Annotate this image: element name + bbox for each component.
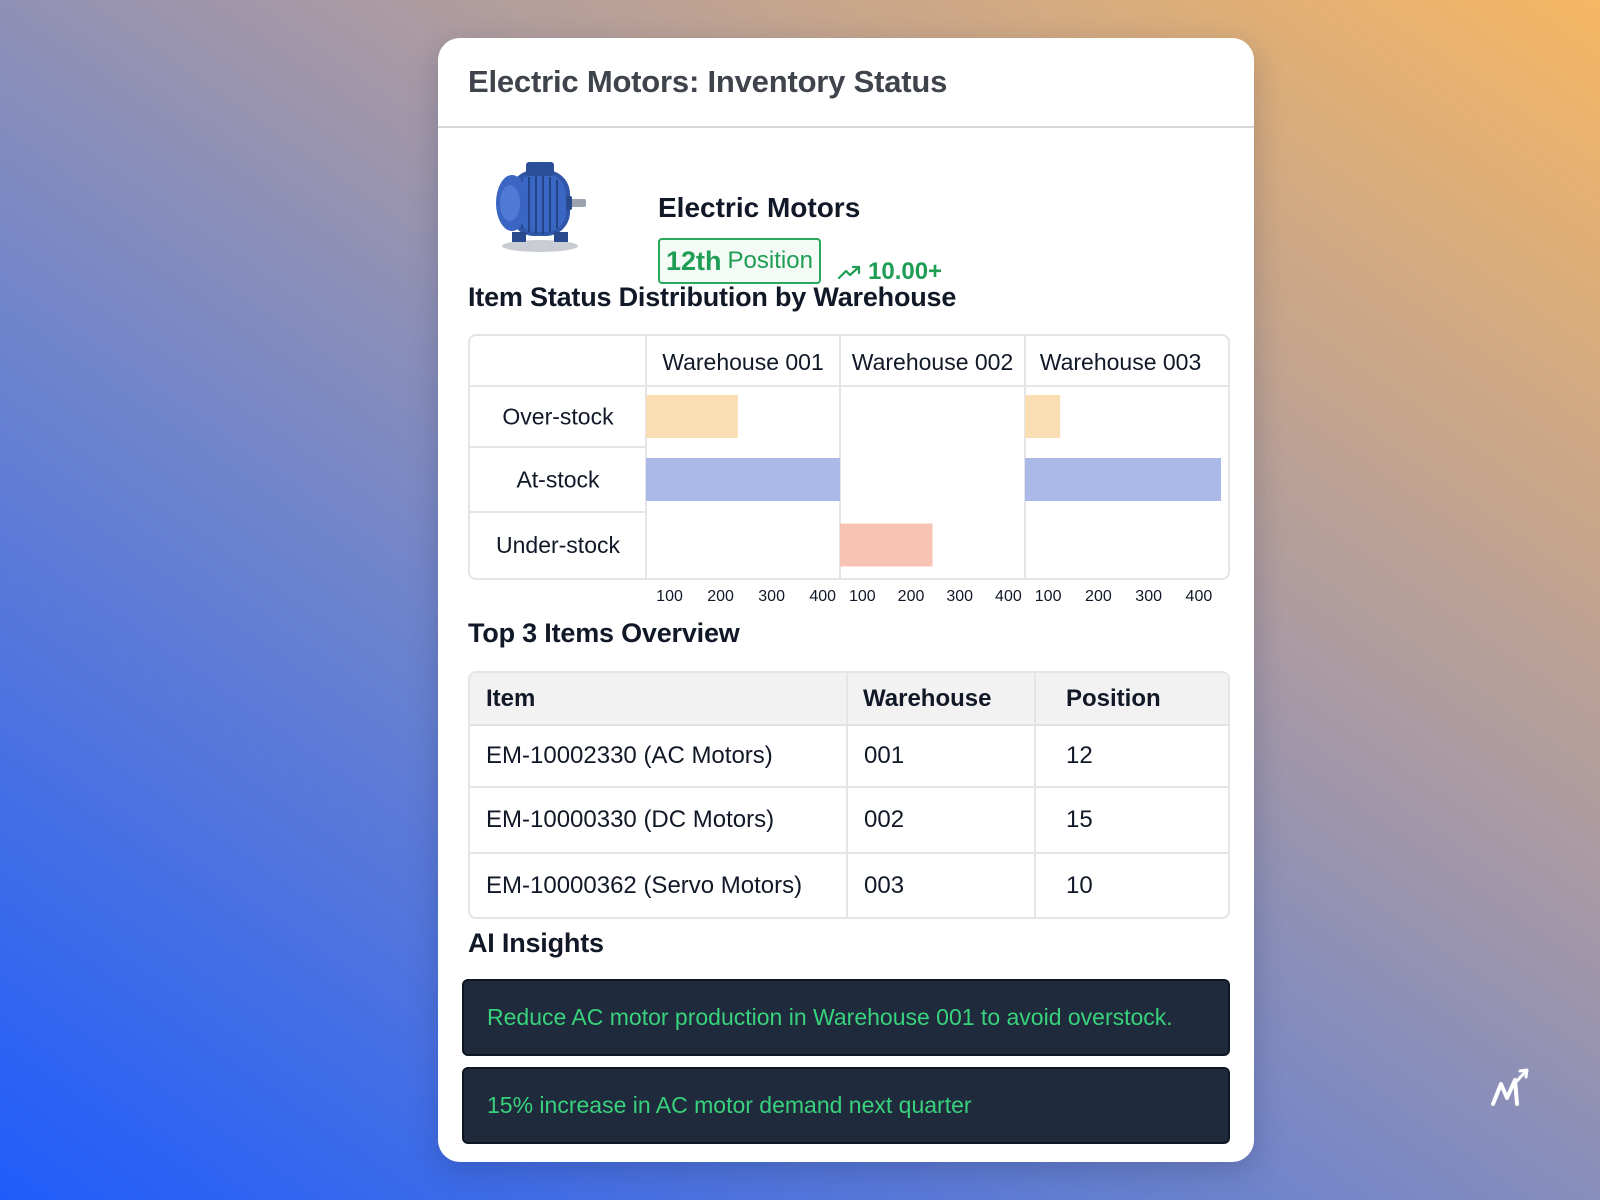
status-label: At-stock — [516, 467, 600, 493]
position-cell: 15 — [1066, 806, 1093, 833]
bar-under-stock — [840, 523, 933, 567]
warehouse-header-label: Warehouse 001 — [662, 349, 824, 375]
card-header: Electric Motors: Inventory Status — [438, 38, 1254, 128]
warehouse-header-label: Warehouse 002 — [852, 349, 1014, 375]
insight-card: 15% increase in AC motor demand next qua… — [462, 1067, 1230, 1144]
table-row: EM-10000362 (Servo Motors) 003 10 — [470, 854, 1228, 917]
x-tick-label: 400 — [1185, 588, 1213, 605]
position-cell: 10 — [1066, 871, 1093, 899]
table-header: Item Warehouse Position — [470, 673, 1228, 726]
x-tick-label: 200 — [707, 588, 734, 605]
item-cell: EM-10002330 (AC Motors) — [470, 726, 848, 786]
x-tick-label: 100 — [1034, 588, 1062, 605]
warehouse-cell: 003 — [848, 854, 1036, 917]
warehouse-cell: 001 — [848, 726, 1036, 786]
item-cell: EM-10000330 (DC Motors) — [470, 788, 848, 852]
warehouse-header-label: Warehouse 003 — [1040, 349, 1202, 375]
ai-insights-title: AI Insights — [468, 928, 604, 958]
column-header-position: Position — [1066, 684, 1161, 712]
status-label: Over-stock — [502, 404, 614, 430]
inventory-card: Electric Motors: Inventory Status Electr… — [438, 38, 1254, 1162]
x-tick-label: 400 — [995, 588, 1022, 605]
bar-at-stock — [1025, 458, 1222, 501]
column-header-item: Item — [470, 673, 848, 724]
status-distribution-chart: Warehouse 001 Warehouse 002 Warehouse 003 O… — [468, 334, 1230, 580]
status-distribution-svg: Warehouse 001 Warehouse 002 Warehouse 003 O… — [470, 336, 1228, 578]
x-tick-label: 200 — [897, 588, 925, 605]
table-row: EM-10000330 (DC Motors) 002 15 — [470, 788, 1228, 854]
x-tick-label: 400 — [809, 588, 837, 605]
column-header-warehouse: Warehouse — [848, 673, 1036, 724]
position-label: Position — [727, 247, 813, 274]
x-tick-label: 300 — [1135, 588, 1163, 605]
position-cell: 12 — [1066, 742, 1093, 769]
chart-x-ticks: 100 200 300 400 100 200 300 400 100 200 300 400 — [438, 588, 1254, 612]
x-tick-label: 300 — [758, 588, 785, 605]
distribution-title: Item Status Distribution by Warehouse — [468, 282, 957, 312]
top-items-title: Top 3 Items Overview — [468, 618, 740, 648]
top-items-table: Item Warehouse Position EM-10002330 (AC … — [468, 671, 1230, 919]
bar-at-stock — [646, 458, 840, 501]
x-tick-label: 200 — [1085, 588, 1112, 605]
trending-up-icon — [838, 265, 861, 280]
item-cell: EM-10000362 (Servo Motors) — [470, 854, 848, 917]
x-tick-label: 100 — [656, 588, 683, 605]
product-name: Electric Motors — [658, 192, 861, 223]
card-title: Electric Motors: Inventory Status — [468, 64, 948, 99]
insight-card: Reduce AC motor production in Warehouse … — [462, 979, 1230, 1056]
warehouse-cell: 002 — [848, 788, 1036, 852]
bar-over-stock — [1025, 395, 1061, 438]
x-tick-label: 100 — [848, 588, 876, 605]
bar-over-stock — [646, 395, 738, 438]
electric-motor-icon — [496, 162, 586, 252]
position-badge: 12th Position — [658, 238, 821, 284]
brand-logo-icon — [1491, 1068, 1529, 1106]
product-summary: Electric Motors 12th Position 10.00+ — [482, 156, 1230, 286]
table-row: EM-10002330 (AC Motors) 001 12 — [470, 726, 1228, 788]
status-label: Under-stock — [496, 532, 620, 558]
position-rank: 12th — [666, 245, 722, 276]
x-tick-label: 300 — [946, 588, 974, 605]
